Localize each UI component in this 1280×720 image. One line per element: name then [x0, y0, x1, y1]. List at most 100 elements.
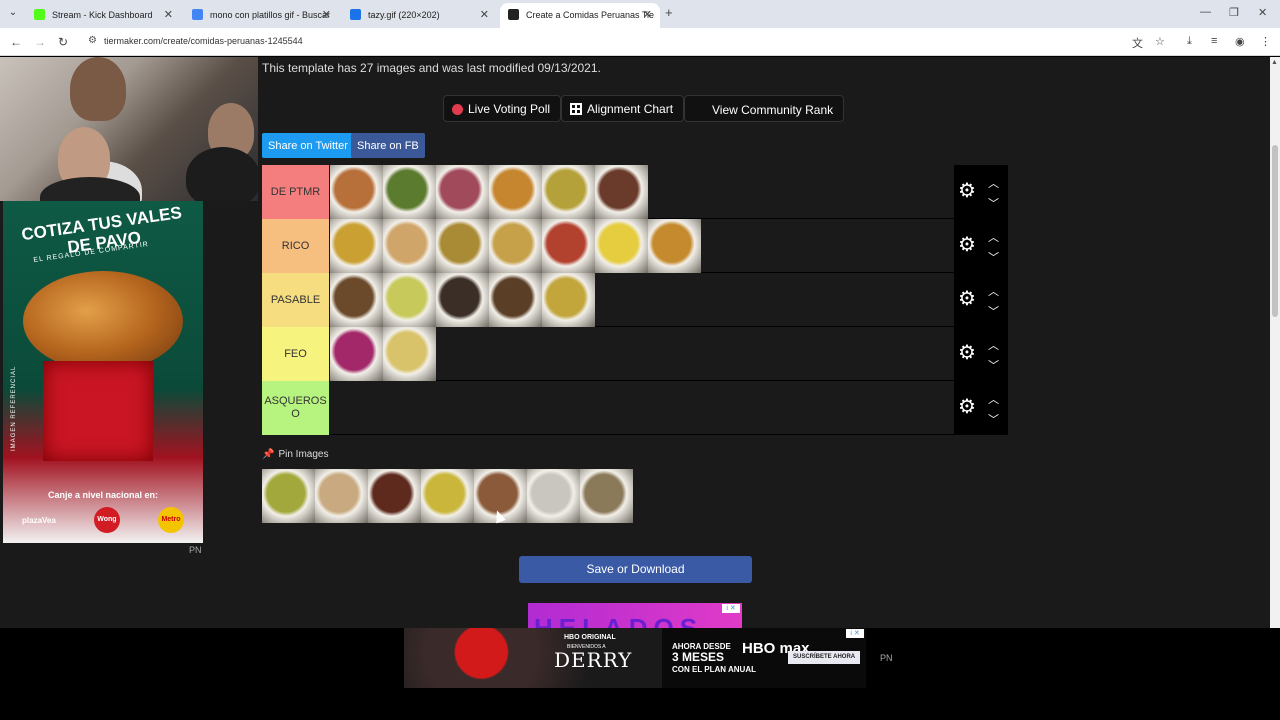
forward-icon[interactable]: → — [34, 35, 46, 49]
site-info-icon[interactable]: ⚙ — [88, 35, 97, 46]
alignment-chart-button[interactable]: Alignment Chart — [561, 95, 685, 122]
food-image[interactable] — [330, 219, 383, 273]
new-tab-button[interactable]: + — [665, 5, 673, 20]
live-voting-button[interactable]: Live Voting Poll — [443, 95, 562, 122]
pin-food-image[interactable] — [580, 469, 633, 523]
food-image[interactable] — [436, 219, 489, 273]
chevron-up-icon[interactable]: ︿ — [988, 175, 999, 191]
tab-3[interactable]: Create a Comidas Peruanas Tie ✕ — [500, 3, 660, 28]
extensions-icon[interactable]: ≡ — [1211, 35, 1217, 47]
ad-side-note: IMAGEN REFERENCIAL — [11, 365, 17, 451]
address-bar: ← → ↻ ⚙ tiermaker.com/create/comidas-per… — [0, 28, 1280, 56]
food-image[interactable] — [330, 165, 383, 219]
food-image[interactable] — [436, 165, 489, 219]
chevron-up-icon[interactable]: ︿ — [988, 337, 999, 353]
food-image[interactable] — [383, 273, 436, 327]
ad-choices-icon[interactable]: i ✕ — [722, 604, 740, 613]
tab-close-icon[interactable]: ✕ — [480, 8, 489, 21]
chevron-down-icon[interactable]: ﹀ — [988, 357, 999, 373]
scroll-up-icon[interactable]: ▲ — [1271, 59, 1278, 66]
pin-food-image[interactable] — [262, 469, 315, 523]
ad-choices-icon[interactable]: i ✕ — [846, 629, 864, 638]
subscribe-button[interactable]: SUSCRÍBETE AHORA — [788, 651, 861, 664]
chevron-down-icon[interactable]: ﹀ — [988, 195, 999, 211]
chevron-up-icon[interactable]: ︿ — [988, 283, 999, 299]
chevron-down-icon[interactable]: ﹀ — [988, 411, 999, 427]
food-image[interactable] — [648, 219, 701, 273]
chevron-down-icon[interactable]: ﹀ — [988, 249, 999, 265]
tier-label[interactable]: FEO — [262, 327, 329, 381]
food-image[interactable] — [383, 327, 436, 381]
tier-row: FEO ⚙ ︿ ﹀ — [262, 327, 1008, 381]
tab-title: tazy.gif (220×202) — [368, 10, 440, 20]
tab-title: Stream - Kick Dashboard — [52, 10, 153, 20]
food-image[interactable] — [595, 219, 648, 273]
tab-2[interactable]: tazy.gif (220×202) ✕ — [342, 3, 497, 28]
tier-label[interactable]: RICO — [262, 219, 329, 273]
gear-icon[interactable]: ⚙ — [958, 289, 976, 309]
community-rank-button[interactable]: View Community Rank — [684, 95, 845, 122]
profile-icon[interactable]: ◉ — [1235, 35, 1245, 48]
save-download-button[interactable]: Save or Download — [519, 556, 752, 583]
bottom-ad[interactable]: HBO ORIGINAL BIENVENIDOS A DERRY AHORA D… — [404, 628, 866, 688]
pin-food-image[interactable] — [421, 469, 474, 523]
tier-label[interactable]: PASABLE — [262, 273, 329, 327]
tier-label[interactable]: ASQUEROS O — [262, 381, 329, 435]
chevron-up-icon[interactable]: ︿ — [988, 391, 999, 407]
tier-controls: ⚙ ︿ ﹀ — [954, 327, 1008, 381]
pin-food-image[interactable] — [527, 469, 580, 523]
tier-controls: ⚙ ︿ ﹀ — [954, 381, 1008, 435]
scroll-thumb[interactable] — [1272, 145, 1278, 317]
tab-close-icon[interactable]: ✕ — [322, 8, 331, 21]
food-image[interactable] — [436, 273, 489, 327]
derry-title: DERRY — [554, 648, 633, 672]
url-field[interactable]: tiermaker.com/create/comidas-peruanas-12… — [104, 36, 303, 46]
pin-food-image[interactable] — [315, 469, 368, 523]
reload-icon[interactable]: ↻ — [58, 35, 68, 49]
food-image[interactable] — [542, 219, 595, 273]
tab-search-icon[interactable]: ⌄ — [6, 7, 20, 21]
grid-icon — [570, 103, 582, 115]
food-image[interactable] — [383, 165, 436, 219]
food-image[interactable] — [383, 219, 436, 273]
scrollbar[interactable]: ▲ ▼ — [1270, 57, 1280, 688]
guest2-body — [186, 147, 258, 201]
food-image[interactable] — [542, 165, 595, 219]
translate-icon[interactable]: 文 — [1132, 35, 1143, 51]
tier-items — [330, 273, 595, 327]
bookmark-star-icon[interactable]: ☆ — [1155, 35, 1165, 48]
share-twitter-button[interactable]: Share on Twitter — [262, 133, 354, 158]
webcam-overlay — [0, 57, 258, 201]
maximize-icon[interactable]: ❐ — [1229, 6, 1239, 19]
tab-0[interactable]: Stream - Kick Dashboard ✕ — [26, 3, 181, 28]
close-window-icon[interactable]: ✕ — [1258, 6, 1267, 19]
food-image[interactable] — [330, 273, 383, 327]
food-image[interactable] — [489, 165, 542, 219]
tab-1[interactable]: mono con platillos gif - Buscar ✕ — [184, 3, 339, 28]
tier-label[interactable]: DE PTMR — [262, 165, 329, 219]
streamer-head — [70, 57, 126, 121]
pin-food-image[interactable] — [368, 469, 421, 523]
tab-close-icon[interactable]: ✕ — [643, 8, 652, 21]
share-fb-button[interactable]: Share on FB — [351, 133, 425, 158]
food-image[interactable] — [330, 327, 383, 381]
gear-icon[interactable]: ⚙ — [958, 181, 976, 201]
tab-close-icon[interactable]: ✕ — [164, 8, 173, 21]
gear-icon[interactable]: ⚙ — [958, 235, 976, 255]
chevron-down-icon[interactable]: ﹀ — [988, 303, 999, 319]
chevron-up-icon[interactable]: ︿ — [988, 229, 999, 245]
food-image[interactable] — [489, 219, 542, 273]
gear-icon[interactable]: ⚙ — [958, 343, 976, 363]
tier-row: ASQUEROS O ⚙ ︿ ﹀ — [262, 381, 1008, 435]
download-icon[interactable]: ⤓ — [1187, 35, 1192, 48]
food-image[interactable] — [595, 165, 648, 219]
menu-icon[interactable]: ⋮ — [1260, 35, 1271, 48]
food-image[interactable] — [489, 273, 542, 327]
left-ad[interactable]: COTIZA TUS VALES DE PAVO EL REGALO DE CO… — [3, 201, 203, 543]
gear-icon[interactable]: ⚙ — [958, 397, 976, 417]
back-icon[interactable]: ← — [10, 35, 22, 49]
gift-box-image — [43, 361, 153, 461]
middle-ad[interactable]: HELADOS i ✕ — [528, 603, 742, 628]
food-image[interactable] — [542, 273, 595, 327]
minimize-icon[interactable]: — — [1200, 6, 1211, 18]
